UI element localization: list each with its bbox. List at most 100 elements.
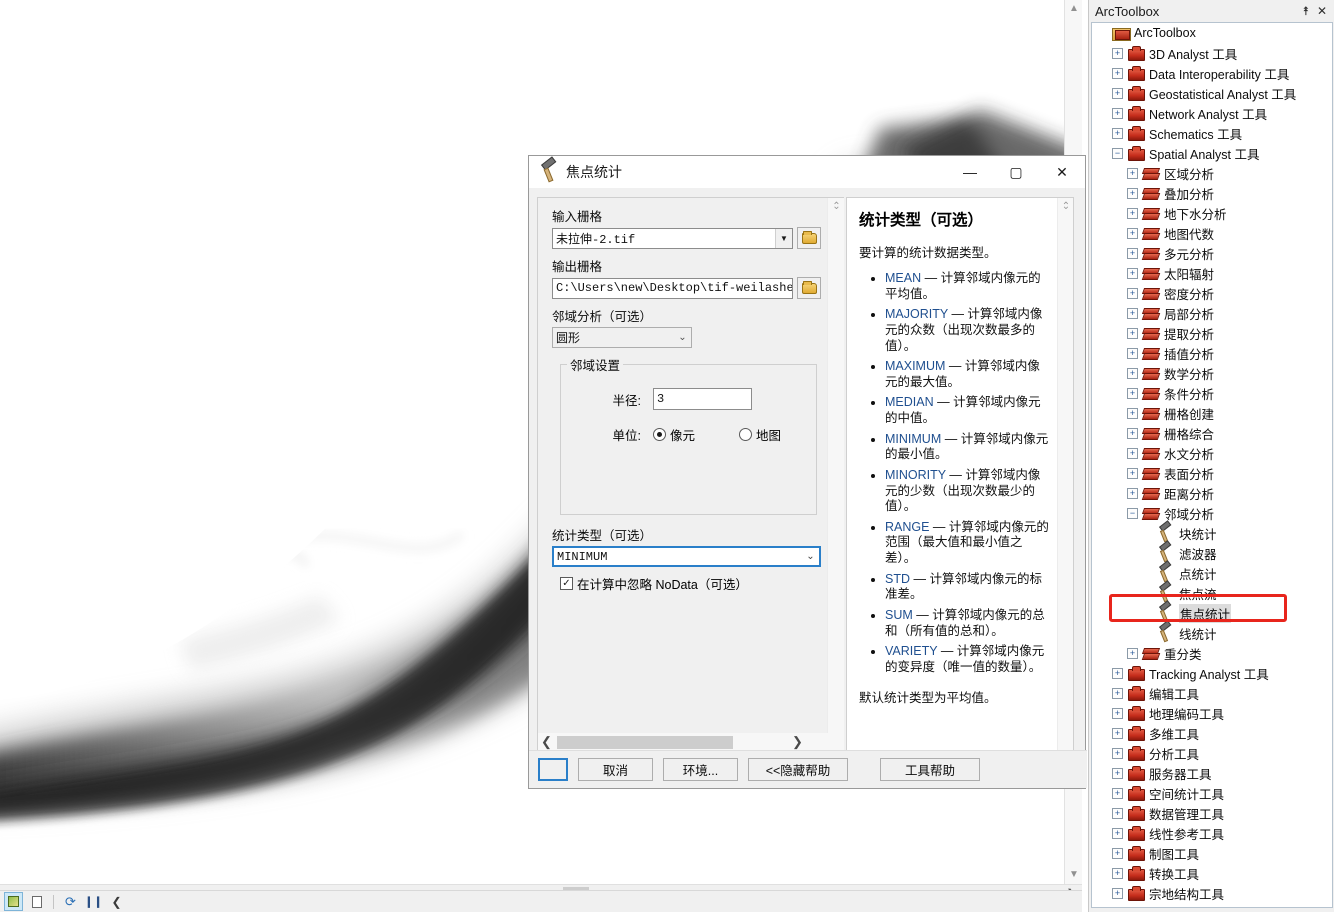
chevron-down-icon[interactable]: ⌄ xyxy=(802,547,819,566)
expand-icon[interactable]: + xyxy=(1112,108,1123,119)
expand-icon[interactable]: + xyxy=(1112,668,1123,679)
scroll-right-icon[interactable]: ❯ xyxy=(789,734,806,750)
expand-icon[interactable]: + xyxy=(1112,708,1123,719)
expand-icon[interactable]: + xyxy=(1127,348,1138,359)
expand-icon[interactable]: + xyxy=(1112,88,1123,99)
chevron-down-icon[interactable]: ▼ xyxy=(775,229,792,248)
expand-icon[interactable]: + xyxy=(1127,288,1138,299)
expand-icon[interactable]: + xyxy=(1127,228,1138,239)
neighborhood-combo[interactable]: 圆形 ⌄ xyxy=(552,327,692,348)
tool-help-button[interactable]: 工具帮助 xyxy=(880,758,980,781)
expand-icon[interactable]: + xyxy=(1127,328,1138,339)
tree-item-19[interactable]: +栅格创建 xyxy=(1092,403,1332,423)
expand-icon[interactable]: + xyxy=(1127,248,1138,259)
expand-icon[interactable]: + xyxy=(1112,888,1123,899)
tree-item-12[interactable]: +太阳辐射 xyxy=(1092,263,1332,283)
arctoolbox-tree[interactable]: ArcToolbox+3D Analyst 工具+Data Interopera… xyxy=(1091,22,1333,908)
dialog-titlebar[interactable]: 焦点统计 — ▢ ✕ xyxy=(529,156,1085,189)
tree-item-29[interactable]: 焦点统计 xyxy=(1092,603,1332,623)
tree-item-20[interactable]: +栅格综合 xyxy=(1092,423,1332,443)
expand-icon[interactable]: + xyxy=(1112,788,1123,799)
tree-item-35[interactable]: +多维工具 xyxy=(1092,723,1332,743)
expand-icon[interactable]: + xyxy=(1127,188,1138,199)
parameters-hscroll-thumb[interactable] xyxy=(557,736,733,749)
output-raster-input[interactable]: C:\Users\new\Desktop\tif-weilashen\da xyxy=(552,278,793,299)
expand-icon[interactable]: + xyxy=(1127,648,1138,659)
radius-input[interactable]: 3 xyxy=(653,388,752,410)
expand-icon[interactable]: + xyxy=(1112,128,1123,139)
expand-icon[interactable]: + xyxy=(1112,688,1123,699)
parameters-vertical-scrollbar[interactable]: ⌃ ⌄ xyxy=(827,198,844,733)
tree-item-22[interactable]: +表面分析 xyxy=(1092,463,1332,483)
scroll-down-icon[interactable]: ▼ xyxy=(1065,866,1082,884)
expand-icon[interactable]: + xyxy=(1112,868,1123,879)
tree-item-3[interactable]: +Geostatistical Analyst 工具 xyxy=(1092,83,1332,103)
tree-item-16[interactable]: +插值分析 xyxy=(1092,343,1332,363)
unit-cell-radio[interactable]: 像元 xyxy=(653,425,695,444)
expand-icon[interactable]: + xyxy=(1112,828,1123,839)
scroll-down-icon[interactable]: ⌄ xyxy=(828,198,845,216)
expand-icon[interactable]: + xyxy=(1127,368,1138,379)
unit-map-radio[interactable]: 地图 xyxy=(739,425,781,444)
tree-item-31[interactable]: +重分类 xyxy=(1092,643,1332,663)
scroll-up-icon[interactable]: ▲ xyxy=(1065,0,1082,18)
expand-icon[interactable]: + xyxy=(1112,768,1123,779)
tree-item-0[interactable]: ArcToolbox xyxy=(1092,23,1332,43)
tree-item-38[interactable]: +空间统计工具 xyxy=(1092,783,1332,803)
previous-extent-icon[interactable]: ❮ xyxy=(107,892,126,911)
collapse-icon[interactable]: − xyxy=(1112,148,1123,159)
expand-icon[interactable]: + xyxy=(1112,728,1123,739)
cancel-button[interactable]: 取消 xyxy=(578,758,653,781)
hide-help-button[interactable]: <<隐藏帮助 xyxy=(748,758,848,781)
tree-item-15[interactable]: +提取分析 xyxy=(1092,323,1332,343)
tree-item-7[interactable]: +区域分析 xyxy=(1092,163,1332,183)
tree-item-25[interactable]: 块统计 xyxy=(1092,523,1332,543)
expand-icon[interactable]: + xyxy=(1127,208,1138,219)
collapse-icon[interactable]: − xyxy=(1127,508,1138,519)
expand-icon[interactable]: + xyxy=(1112,48,1123,59)
maximize-button[interactable]: ▢ xyxy=(993,156,1039,188)
expand-icon[interactable]: + xyxy=(1127,408,1138,419)
tree-item-43[interactable]: +宗地结构工具 xyxy=(1092,883,1332,903)
tree-item-18[interactable]: +条件分析 xyxy=(1092,383,1332,403)
tree-item-23[interactable]: +距离分析 xyxy=(1092,483,1332,503)
expand-icon[interactable]: + xyxy=(1127,388,1138,399)
tree-item-28[interactable]: 焦点流 xyxy=(1092,583,1332,603)
tree-item-9[interactable]: +地下水分析 xyxy=(1092,203,1332,223)
pause-drawing-icon[interactable]: ❙❙ xyxy=(84,892,103,911)
expand-icon[interactable]: + xyxy=(1127,448,1138,459)
tree-item-17[interactable]: +数学分析 xyxy=(1092,363,1332,383)
expand-icon[interactable]: + xyxy=(1112,808,1123,819)
expand-icon[interactable]: + xyxy=(1127,488,1138,499)
tree-item-14[interactable]: +局部分析 xyxy=(1092,303,1332,323)
expand-icon[interactable]: + xyxy=(1127,468,1138,479)
chevron-down-icon[interactable]: ⌄ xyxy=(674,328,691,347)
tree-item-32[interactable]: +Tracking Analyst 工具 xyxy=(1092,663,1332,683)
tree-item-24[interactable]: −邻域分析 xyxy=(1092,503,1332,523)
tree-item-30[interactable]: 线统计 xyxy=(1092,623,1332,643)
tree-item-36[interactable]: +分析工具 xyxy=(1092,743,1332,763)
tree-item-42[interactable]: +转换工具 xyxy=(1092,863,1332,883)
tree-item-26[interactable]: 滤波器 xyxy=(1092,543,1332,563)
tree-item-8[interactable]: +叠加分析 xyxy=(1092,183,1332,203)
tree-item-34[interactable]: +地理编码工具 xyxy=(1092,703,1332,723)
expand-icon[interactable]: + xyxy=(1127,428,1138,439)
tree-item-1[interactable]: +3D Analyst 工具 xyxy=(1092,43,1332,63)
expand-icon[interactable]: + xyxy=(1127,168,1138,179)
tree-item-6[interactable]: −Spatial Analyst 工具 xyxy=(1092,143,1332,163)
minimize-button[interactable]: — xyxy=(947,156,993,188)
parameters-horizontal-scrollbar[interactable]: ❮ ❯ xyxy=(538,733,844,751)
data-view-button[interactable] xyxy=(4,892,23,911)
tree-item-11[interactable]: +多元分析 xyxy=(1092,243,1332,263)
tree-item-4[interactable]: +Network Analyst 工具 xyxy=(1092,103,1332,123)
tree-item-5[interactable]: +Schematics 工具 xyxy=(1092,123,1332,143)
input-raster-browse-button[interactable] xyxy=(797,227,821,249)
close-button[interactable]: ✕ xyxy=(1039,156,1085,188)
expand-icon[interactable]: + xyxy=(1112,748,1123,759)
help-vertical-scrollbar[interactable]: ⌃ ⌄ xyxy=(1057,198,1073,751)
layout-view-button[interactable] xyxy=(27,892,46,911)
tree-item-41[interactable]: +制图工具 xyxy=(1092,843,1332,863)
pin-icon[interactable]: ⯭ xyxy=(1298,3,1314,19)
expand-icon[interactable]: + xyxy=(1112,68,1123,79)
tree-item-40[interactable]: +线性参考工具 xyxy=(1092,823,1332,843)
